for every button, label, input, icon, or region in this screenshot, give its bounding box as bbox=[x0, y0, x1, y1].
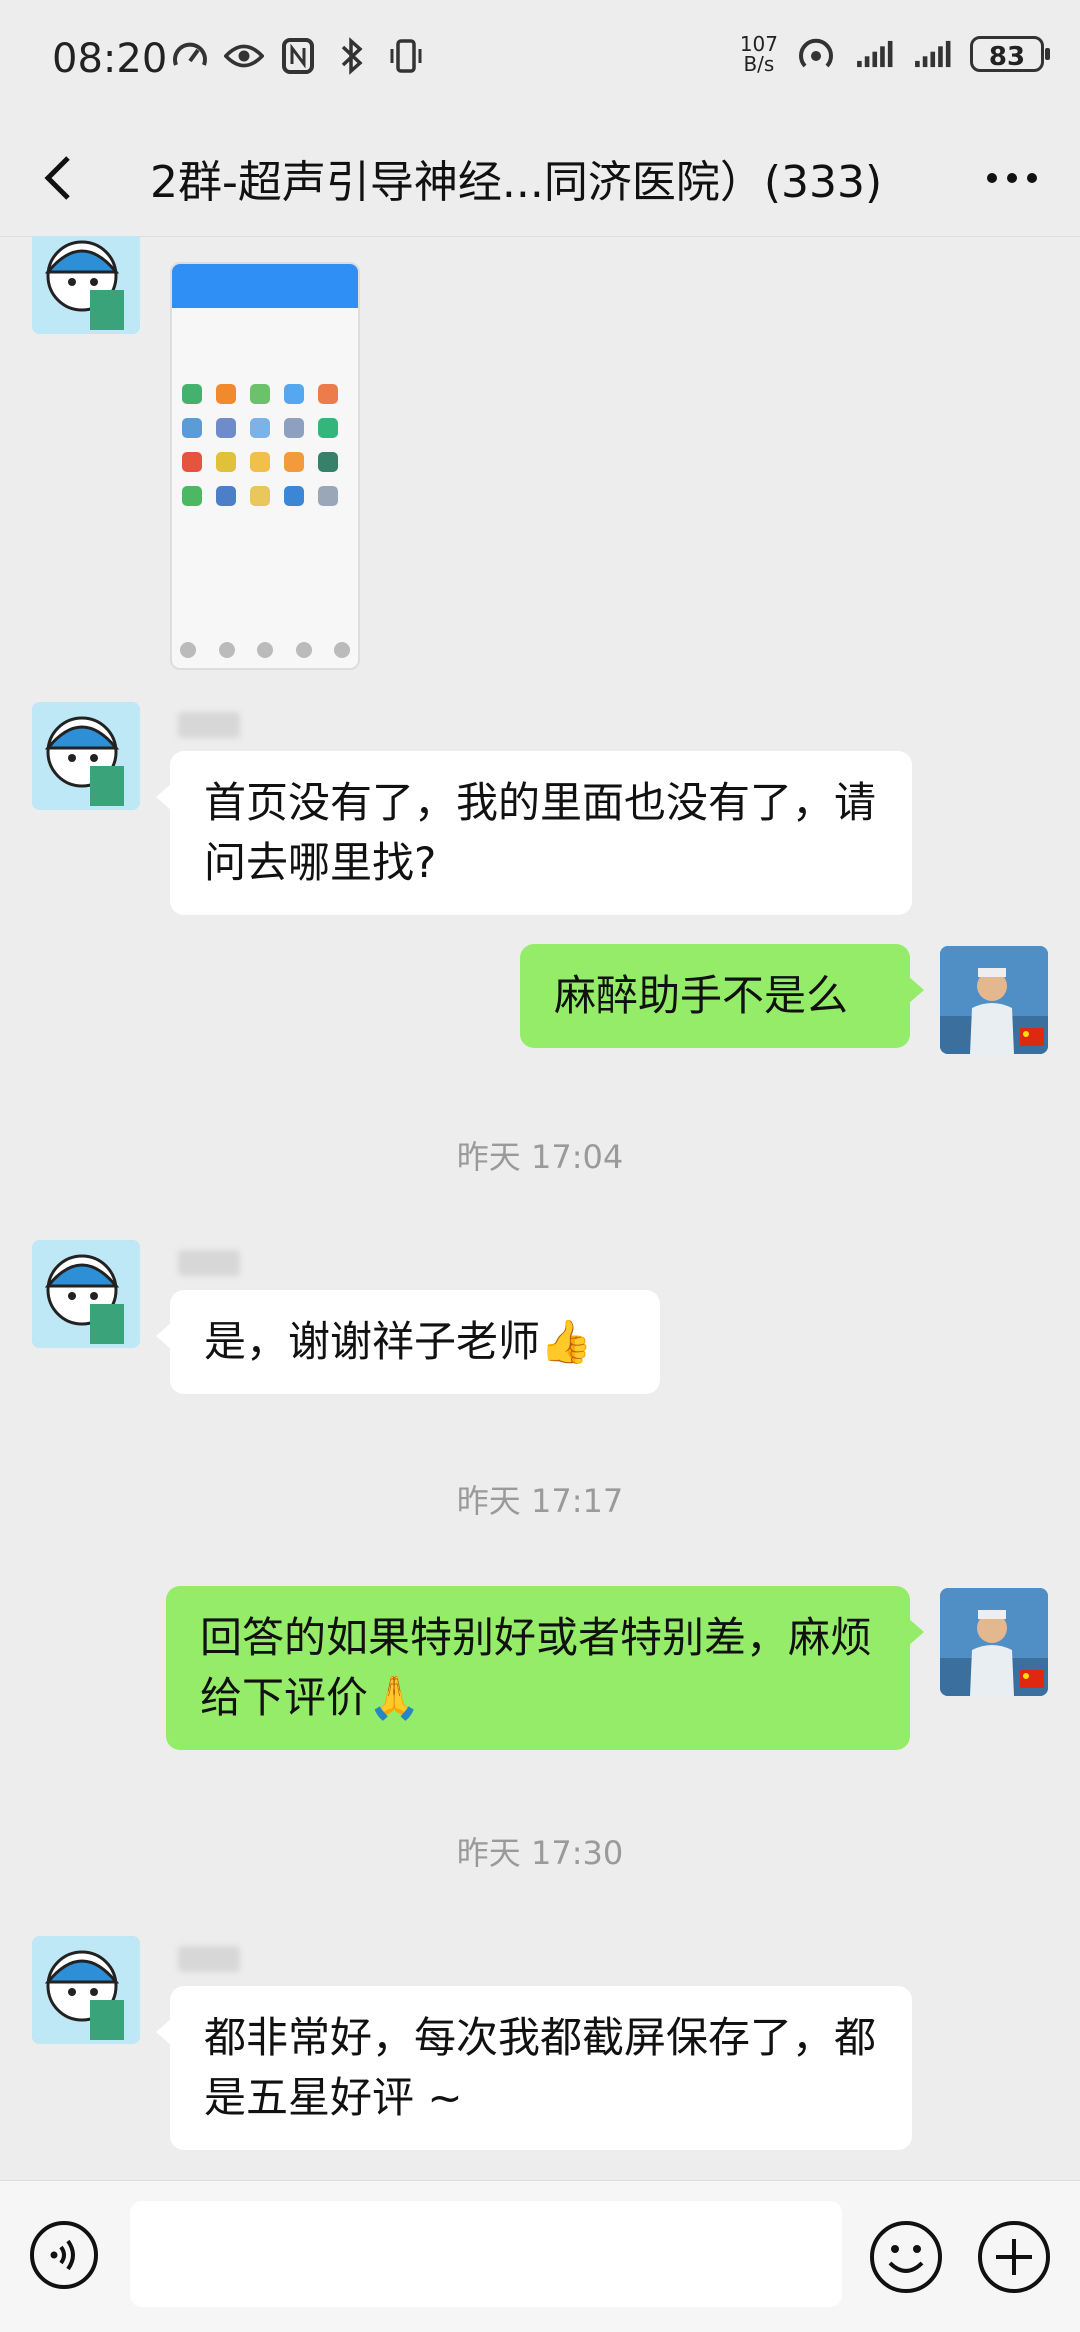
message-bubble-incoming[interactable]: 都非常好，每次我都截屏保存了，都是五星好评 ~ bbox=[156, 1986, 912, 2150]
cartoon-avatar-icon bbox=[32, 1936, 140, 2044]
person-photo-avatar-icon bbox=[940, 1588, 1048, 1696]
message-bubble-outgoing[interactable]: 麻醉助手不是么 bbox=[520, 944, 924, 1048]
more-functions-button[interactable] bbox=[976, 2219, 1052, 2295]
chat-title: 2群-超声引导神经...同济医院）(333) bbox=[150, 157, 883, 208]
plus-circle-icon bbox=[978, 2221, 1050, 2293]
signal-icon-2 bbox=[912, 34, 952, 74]
emoji-button[interactable] bbox=[868, 2219, 944, 2295]
screenshot-bottom-nav bbox=[180, 642, 350, 658]
status-icons-left bbox=[170, 36, 426, 76]
battery-indicator: 83 bbox=[970, 36, 1050, 72]
cartoon-avatar-icon bbox=[32, 702, 140, 810]
sender-avatar[interactable] bbox=[32, 236, 140, 334]
network-speed: 107 B/s bbox=[740, 34, 778, 74]
back-button[interactable] bbox=[30, 148, 90, 208]
sender-name-blurred bbox=[178, 712, 240, 738]
message-input-bar bbox=[0, 2180, 1080, 2332]
voice-icon bbox=[30, 2221, 98, 2289]
my-avatar[interactable] bbox=[940, 946, 1048, 1054]
cartoon-avatar-icon bbox=[32, 1240, 140, 1348]
eye-icon bbox=[224, 36, 264, 76]
sender-avatar[interactable] bbox=[32, 1936, 140, 2044]
more-options-button[interactable] bbox=[980, 148, 1044, 208]
person-photo-avatar-icon bbox=[940, 946, 1048, 1054]
screenshot-topbar bbox=[172, 264, 358, 308]
sender-avatar[interactable] bbox=[32, 702, 140, 810]
sender-name-blurred bbox=[178, 1946, 240, 1972]
cartoon-avatar-icon bbox=[32, 236, 140, 334]
status-time: 08:20 bbox=[52, 36, 168, 82]
network-speed-unit: B/s bbox=[743, 52, 775, 76]
message-bubble-incoming[interactable]: 首页没有了，我的里面也没有了，请问去哪里找? bbox=[156, 751, 912, 915]
chat-message-list[interactable]: 首页没有了，我的里面也没有了，请问去哪里找? 麻醉助手不是么 昨天 17:04 … bbox=[0, 236, 1080, 2180]
vibrate-icon bbox=[386, 36, 426, 76]
timestamp: 昨天 17:17 bbox=[456, 1482, 624, 1520]
message-text-input[interactable] bbox=[130, 2201, 842, 2307]
message-bubble-incoming[interactable]: 是，谢谢祥子老师👍 bbox=[156, 1290, 660, 1394]
smiley-icon bbox=[870, 2221, 942, 2293]
voice-input-button[interactable] bbox=[28, 2219, 100, 2291]
timestamp: 昨天 17:04 bbox=[456, 1138, 624, 1176]
network-speed-value: 107 bbox=[739, 32, 778, 56]
more-dots-icon bbox=[987, 173, 1037, 183]
hotspot-icon bbox=[796, 34, 836, 74]
my-avatar[interactable] bbox=[940, 1588, 1048, 1696]
screenshot-icon-grid bbox=[182, 384, 346, 506]
message-bubble-outgoing[interactable]: 回答的如果特别好或者特别差，麻烦给下评价🙏 bbox=[166, 1586, 924, 1750]
sender-avatar[interactable] bbox=[32, 1240, 140, 1348]
timestamp: 昨天 17:30 bbox=[456, 1834, 624, 1872]
shared-screenshot-image[interactable] bbox=[170, 262, 360, 670]
chat-header: 2群-超声引导神经...同济医院）(333) bbox=[0, 120, 1080, 237]
speedometer-icon bbox=[170, 36, 210, 76]
sender-name-blurred bbox=[178, 1250, 240, 1276]
chevron-left-icon bbox=[44, 156, 70, 200]
bluetooth-icon bbox=[332, 36, 372, 76]
signal-icon-1 bbox=[854, 34, 894, 74]
nfc-icon bbox=[278, 36, 318, 76]
status-bar: 08:20 107 B/s 83 bbox=[0, 0, 1080, 120]
status-icons-right: 107 B/s 83 bbox=[740, 34, 1050, 74]
